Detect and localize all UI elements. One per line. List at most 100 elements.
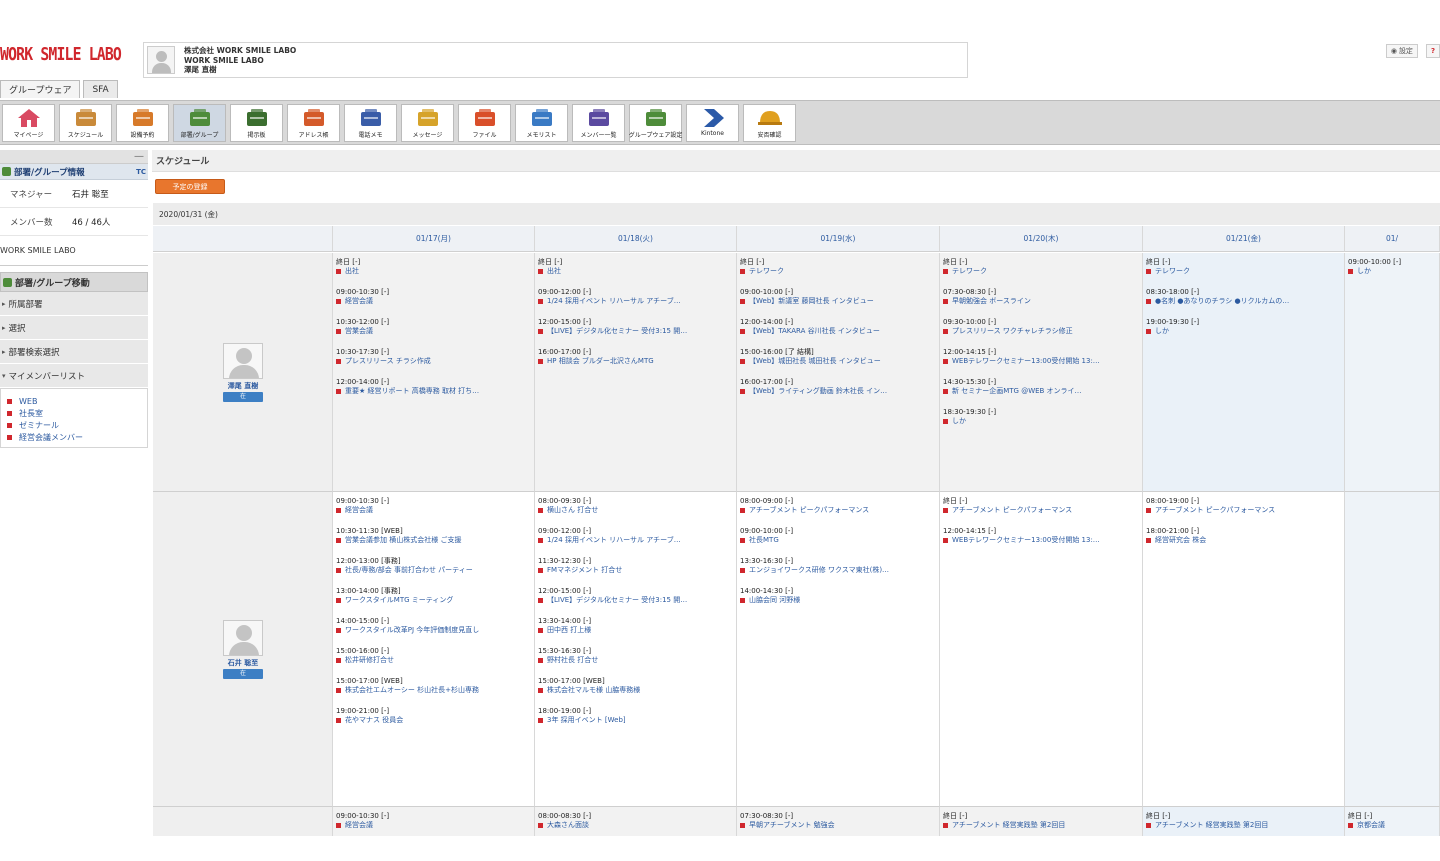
event-title[interactable]: アチーブメント 経営実践塾 第2回目 [943,821,1142,830]
schedule-event[interactable]: 08:00-09:00 [-] アチーブメント ピークパフォーマンス [740,497,939,515]
schedule-event[interactable]: 19:00-21:00 [-] 花やマナス 役員会 [336,707,534,725]
schedule-cell[interactable]: 終日 [-] 出社 09:00-10:30 [-] 経営会議 10:30-12:00 [… [333,253,535,492]
minimize-icon[interactable]: — [134,151,144,162]
event-title[interactable]: 【Web】城田社長 城田社長 インタビュー [740,357,939,366]
member-name[interactable]: 石井 聡至 [223,658,263,668]
event-title[interactable]: しか [1348,267,1439,276]
event-title[interactable]: 社長MTG [740,536,939,545]
event-title[interactable]: しか [1146,327,1344,336]
schedule-event[interactable]: 終日 [-] テレワーク [740,258,939,276]
schedule-cell[interactable]: 終日 [-] テレワーク 07:30-08:30 [-] 早朝勉強会 ボースライン 09… [940,253,1143,492]
schedule-event[interactable]: 09:00-10:30 [-] 経営会議 [336,288,534,306]
toolbar-helmet-button[interactable]: 安否確認 [743,104,796,142]
schedule-event[interactable]: 終日 [-] 出社 [538,258,736,276]
event-title[interactable]: アチーブメント 経営実践塾 第2回目 [1146,821,1344,830]
schedule-event[interactable]: 12:00-14:15 [-] WEBテレワークセミナー13:00受付開始 13:… [943,348,1142,366]
schedule-event[interactable]: 12:00-15:00 [-] 【LIVE】デジタル化セミナー 受付3:15 開… [538,587,736,605]
event-title[interactable]: FMマネジメント 打合せ [538,566,736,575]
event-title[interactable]: 新 セミナー企画MTG @WEB オンライ… [943,387,1142,396]
event-title[interactable]: 花やマナス 役員会 [336,716,534,725]
schedule-event[interactable]: 10:30-12:00 [-] 営業会議 [336,318,534,336]
app-logo[interactable]: WORK SMILE LABO [0,44,122,65]
event-title[interactable]: アチーブメント ピークパフォーマンス [1146,506,1344,515]
event-title[interactable]: アチーブメント ピークパフォーマンス [740,506,939,515]
event-title[interactable]: アチーブメント ピークパフォーマンス [943,506,1142,515]
schedule-event[interactable]: 15:30-16:30 [-] 野村社長 打合せ [538,647,736,665]
schedule-event[interactable]: 09:00-10:00 [-] しか [1348,258,1439,276]
event-title[interactable]: 【LIVE】デジタル化セミナー 受付3:15 開… [538,596,736,605]
schedule-event[interactable]: 終日 [-] 京都会議 [1348,812,1439,830]
event-title[interactable]: WEBテレワークセミナー13:00受付開始 13:… [943,357,1142,366]
event-title[interactable]: 横山さん 打合せ [538,506,736,515]
schedule-event[interactable]: 08:00-08:30 [-] 大森さん面談 [538,812,736,830]
toolbar-members-button[interactable]: メンバー一覧 [572,104,625,142]
member-name[interactable]: 澤尾 直樹 [223,381,263,391]
event-title[interactable]: ●名刺 ●あなりのチラシ ●リクルカムの… [1146,297,1344,306]
schedule-event[interactable]: 07:30-08:30 [-] 早朝勉強会 ボースライン [943,288,1142,306]
event-title[interactable]: 早朝勉強会 ボースライン [943,297,1142,306]
schedule-event[interactable]: 09:00-12:00 [-] 1/24 採用イベント リハーサル アチーブ… [538,288,736,306]
schedule-event[interactable]: 09:00-12:00 [-] 1/24 採用イベント リハーサル アチーブ… [538,527,736,545]
event-title[interactable]: 1/24 採用イベント リハーサル アチーブ… [538,536,736,545]
event-title[interactable]: 株式会社エムオーシー 杉山社長+杉山専務 [336,686,534,695]
event-title[interactable]: 株式会社マルモ様 山脇専務様 [538,686,736,695]
event-title[interactable]: 京都会議 [1348,821,1439,830]
member-list-link[interactable]: WEB [7,395,147,407]
toolbar-gw-settings-button[interactable]: グループウェア設定 [629,104,682,142]
schedule-cell[interactable]: 終日 [-] アチーブメント 経営実践塾 第2回目 [1143,807,1345,836]
tab-sfa[interactable]: SFA [83,80,118,98]
schedule-cell[interactable]: 08:00-09:00 [-] アチーブメント ピークパフォーマンス 09:00-1… [737,492,940,807]
schedule-event[interactable]: 12:00-14:00 [-] 重要★ 経営リポート 高橋専務 取材 打ち… [336,378,534,396]
tab-groupware[interactable]: グループウェア [0,80,81,98]
event-title[interactable]: 松井研修打合せ [336,656,534,665]
event-title[interactable]: プレスリリース ワクチャレチラシ修正 [943,327,1142,336]
day-header[interactable]: 01/20(木) [940,226,1143,252]
event-title[interactable]: 経営会議 [336,821,534,830]
event-title[interactable]: 山脇会同 河野様 [740,596,939,605]
schedule-event[interactable]: 09:00-10:00 [-] 社長MTG [740,527,939,545]
event-title[interactable]: ワークスタイルMTG ミーティング [336,596,534,605]
schedule-event[interactable]: 08:00-19:00 [-] アチーブメント ピークパフォーマンス [1146,497,1344,515]
sidebar-item-own-dept[interactable]: ▸ 所属部署 [0,292,148,316]
toolbar-group-button[interactable]: 部署/グループ [173,104,226,142]
day-header[interactable]: 01/ [1345,226,1440,252]
schedule-cell[interactable]: 09:00-10:30 [-] 経営会議 10:30-11:30 [WEB] 営業会議… [333,492,535,807]
schedule-event[interactable]: 15:00-17:00 [WEB] 株式会社マルモ様 山脇専務様 [538,677,736,695]
toolbar-message-button[interactable]: メッセージ [401,104,454,142]
schedule-event[interactable]: 終日 [-] アチーブメント 経営実践塾 第2回目 [943,812,1142,830]
add-schedule-button[interactable]: 予定の登録 [155,179,225,194]
day-header[interactable]: 01/21(金) [1143,226,1345,252]
toolbar-address-button[interactable]: アドレス帳 [287,104,340,142]
event-title[interactable]: テレワーク [1146,267,1344,276]
schedule-event[interactable]: 終日 [-] 出社 [336,258,534,276]
event-title[interactable]: 出社 [336,267,534,276]
event-title[interactable]: 【Web】TAKARA 谷川社長 インタビュー [740,327,939,336]
schedule-cell[interactable]: 09:00-10:30 [-] 経営会議 [333,807,535,836]
toolbar-phone-memo-button[interactable]: 電話メモ [344,104,397,142]
event-title[interactable]: ワークスタイル改革PJ 今年評価制度見直し [336,626,534,635]
schedule-cell[interactable]: 09:00-10:00 [-] しか [1345,253,1440,492]
avatar[interactable] [223,342,263,379]
event-title[interactable]: 重要★ 経営リポート 高橋専務 取材 打ち… [336,387,534,396]
settings-button[interactable]: ◉ 設定 [1385,44,1418,58]
schedule-event[interactable]: 08:30-18:00 [-] ●名刺 ●あなりのチラシ ●リクルカムの… [1146,288,1344,306]
sidebar-item-select[interactable]: ▸ 選択 [0,316,148,340]
avatar[interactable] [223,619,263,656]
event-title[interactable]: プレスリリース チラシ作成 [336,357,534,366]
group-info-link[interactable]: TC [136,168,146,176]
event-title[interactable]: エンジョイワークス研修 ワクスマ東社(株)… [740,566,939,575]
schedule-cell[interactable]: 終日 [-] アチーブメント ピークパフォーマンス 12:00-14:15 [-] W… [940,492,1143,807]
schedule-event[interactable]: 10:30-17:30 [-] プレスリリース チラシ作成 [336,348,534,366]
schedule-event[interactable]: 12:00-14:15 [-] WEBテレワークセミナー13:00受付開始 13:… [943,527,1142,545]
event-title[interactable]: 営業会議 [336,327,534,336]
event-title[interactable]: テレワーク [943,267,1142,276]
event-title[interactable]: しか [943,417,1142,426]
schedule-event[interactable]: 07:30-08:30 [-] 早朝アチーブメント 勉強会 [740,812,939,830]
schedule-event[interactable]: 10:30-11:30 [WEB] 営業会議参加 横山株式会社様 ご支援 [336,527,534,545]
schedule-event[interactable]: 13:30-14:00 [-] 田中西 打上様 [538,617,736,635]
member-list-link[interactable]: 社長室 [7,407,147,419]
toolbar-facility-button[interactable]: 設備予約 [116,104,169,142]
event-title[interactable]: 【LIVE】デジタル化セミナー 受付3:15 開… [538,327,736,336]
schedule-event[interactable]: 15:00-17:00 [WEB] 株式会社エムオーシー 杉山社長+杉山専務 [336,677,534,695]
schedule-event[interactable]: 11:30-12:30 [-] FMマネジメント 打合せ [538,557,736,575]
